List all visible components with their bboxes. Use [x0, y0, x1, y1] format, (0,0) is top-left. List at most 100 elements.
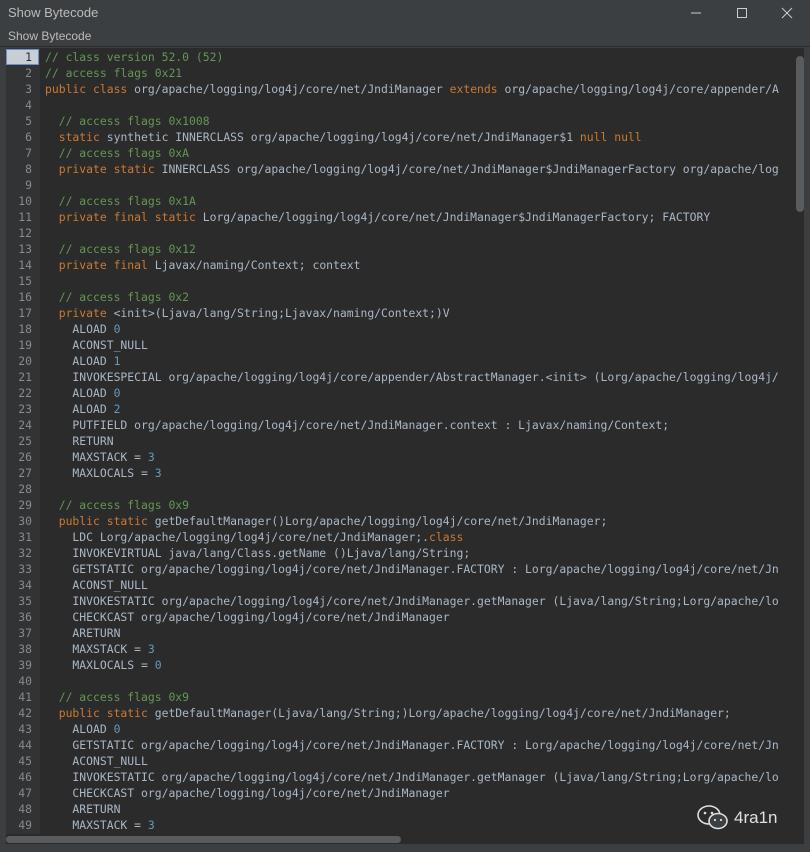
code-token: INNERCLASS org/apache/logging/log4j/core…: [161, 162, 779, 176]
horizontal-scrollbar-thumb[interactable]: [6, 836, 401, 843]
line-number: 25: [18, 434, 32, 448]
code-line[interactable]: 37 ARETURN: [6, 625, 804, 641]
line-text: // access flags 0x12: [45, 241, 196, 257]
code-token: 0: [113, 722, 121, 736]
line-number: 23: [18, 402, 32, 416]
line-text: ACONST_NULL: [45, 337, 147, 353]
code-line[interactable]: 20 ALOAD 1: [6, 353, 804, 369]
code-line[interactable]: 41 // access flags 0x9: [6, 689, 804, 705]
code-token: MAXLOCALS =: [45, 658, 155, 672]
bytecode-editor[interactable]: 1 // class version 52.0 (52) 2 // access fl…: [6, 48, 804, 834]
code-line[interactable]: 9: [6, 177, 804, 193]
code-token: public static: [45, 706, 155, 720]
code-token: public class: [45, 82, 135, 96]
code-token: GETSTATIC org/apache/logging/log4j/core/…: [45, 738, 779, 752]
line-text: ACONST_NULL: [45, 577, 147, 593]
code-token: private: [45, 306, 114, 320]
line-number: 9: [25, 178, 32, 192]
watermark: 4ra1n: [696, 804, 796, 832]
window-title: Show Bytecode: [8, 5, 99, 20]
line-text: private <init>(Ljava/lang/String;Ljavax/…: [45, 305, 450, 321]
code-line[interactable]: 43 ALOAD 0: [6, 721, 804, 737]
line-text: // access flags 0x2: [45, 289, 189, 305]
code-line[interactable]: 29 // access flags 0x9: [6, 497, 804, 513]
code-line[interactable]: 16 // access flags 0x2: [6, 289, 804, 305]
code-line[interactable]: 10 // access flags 0x1A: [6, 193, 804, 209]
line-number: 30: [18, 514, 32, 528]
code-token: ALOAD: [45, 322, 114, 336]
code-token: <init>(Ljava/lang/String;Ljavax/naming/C…: [113, 306, 450, 320]
line-number: 26: [18, 450, 32, 464]
code-line[interactable]: 31 LDC Lorg/apache/logging/log4j/core/ne…: [6, 529, 804, 545]
code-line[interactable]: 18 ALOAD 0: [6, 321, 804, 337]
code-line[interactable]: 17 private <init>(Ljava/lang/String;Ljav…: [6, 305, 804, 321]
line-number: 11: [18, 210, 32, 224]
code-line[interactable]: 5 // access flags 0x1008: [6, 113, 804, 129]
code-token: // class version 52.0 (52): [45, 50, 224, 64]
line-text: public static getDefaultManager()Lorg/ap…: [45, 513, 608, 529]
code-line[interactable]: 7 // access flags 0xA: [6, 145, 804, 161]
code-line[interactable]: 14 private final Ljavax/naming/Context; …: [6, 257, 804, 273]
window-titlebar: Show Bytecode: [0, 0, 810, 25]
code-token: Ljavax/naming/Context; context: [154, 258, 361, 272]
code-token: 2: [113, 402, 121, 416]
line-number: 40: [18, 674, 32, 688]
code-line[interactable]: 11 private final static Lorg/apache/logg…: [6, 209, 804, 225]
maximize-button[interactable]: [719, 0, 765, 25]
line-number: 1: [25, 50, 32, 64]
code-token: synthetic INNERCLASS org/apache/logging/…: [106, 130, 580, 144]
code-line[interactable]: 44 GETSTATIC org/apache/logging/log4j/co…: [6, 737, 804, 753]
code-line[interactable]: 22 ALOAD 0: [6, 385, 804, 401]
code-line[interactable]: 32 INVOKEVIRTUAL java/lang/Class.getName…: [6, 545, 804, 561]
code-line[interactable]: 46 INVOKESTATIC org/apache/logging/log4j…: [6, 769, 804, 785]
code-line[interactable]: 6 static synthetic INNERCLASS org/apache…: [6, 129, 804, 145]
code-line[interactable]: 24 PUTFIELD org/apache/logging/log4j/cor…: [6, 417, 804, 433]
code-line[interactable]: 21 INVOKESPECIAL org/apache/logging/log4…: [6, 369, 804, 385]
code-line[interactable]: 39 MAXLOCALS = 0: [6, 657, 804, 673]
code-line[interactable]: 4: [6, 97, 804, 113]
line-text: ALOAD 0: [45, 385, 120, 401]
code-line[interactable]: 23 ALOAD 2: [6, 401, 804, 417]
code-line[interactable]: 30 public static getDefaultManager()Lorg…: [6, 513, 804, 529]
code-line[interactable]: 15: [6, 273, 804, 289]
code-line[interactable]: 48 ARETURN: [6, 801, 804, 817]
code-line[interactable]: 19 ACONST_NULL: [6, 337, 804, 353]
code-line[interactable]: 40: [6, 673, 804, 689]
code-line[interactable]: 42 public static getDefaultManager(Ljava…: [6, 705, 804, 721]
code-line[interactable]: 12: [6, 225, 804, 241]
code-line[interactable]: 38 MAXSTACK = 3: [6, 641, 804, 657]
code-line[interactable]: 26 MAXSTACK = 3: [6, 449, 804, 465]
code-line[interactable]: 49 MAXSTACK = 3: [6, 817, 804, 833]
code-line[interactable]: 33 GETSTATIC org/apache/logging/log4j/co…: [6, 561, 804, 577]
code-line[interactable]: 45 ACONST_NULL: [6, 753, 804, 769]
code-token: private final: [45, 258, 155, 272]
line-text: // access flags 0x9: [45, 497, 189, 513]
code-token: INVOKESTATIC org/apache/logging/log4j/co…: [45, 594, 779, 608]
code-line[interactable]: 3 public class org/apache/logging/log4j/c…: [6, 81, 804, 97]
line-number: 22: [18, 386, 32, 400]
code-line[interactable]: 34 ACONST_NULL: [6, 577, 804, 593]
code-token: extends: [449, 82, 505, 96]
code-line[interactable]: 25 RETURN: [6, 433, 804, 449]
code-token: 0: [113, 322, 121, 336]
code-line[interactable]: 13 // access flags 0x12: [6, 241, 804, 257]
line-text: // access flags 0x21: [45, 65, 182, 81]
code-token: PUTFIELD org/apache/logging/log4j/core/n…: [45, 418, 670, 432]
line-number: 43: [18, 722, 32, 736]
code-token: null null: [579, 130, 642, 144]
vertical-scrollbar-thumb[interactable]: [796, 56, 804, 212]
code-line[interactable]: 8 private static INNERCLASS org/apache/l…: [6, 161, 804, 177]
code-token: CHECKCAST org/apache/logging/log4j/core/…: [45, 610, 450, 624]
code-token: ALOAD: [45, 386, 114, 400]
code-line[interactable]: 1 // class version 52.0 (52): [6, 49, 804, 65]
code-line[interactable]: 28: [6, 481, 804, 497]
code-line[interactable]: 35 INVOKESTATIC org/apache/logging/log4j…: [6, 593, 804, 609]
code-line[interactable]: 36 CHECKCAST org/apache/logging/log4j/co…: [6, 609, 804, 625]
code-token: // access flags 0x1A: [45, 194, 196, 208]
minimize-button[interactable]: [673, 0, 719, 25]
code-line[interactable]: 2 // access flags 0x21: [6, 65, 804, 81]
code-line[interactable]: 47 CHECKCAST org/apache/logging/log4j/co…: [6, 785, 804, 801]
close-button[interactable]: [764, 0, 810, 25]
line-text: GETSTATIC org/apache/logging/log4j/core/…: [45, 737, 779, 753]
code-line[interactable]: 27 MAXLOCALS = 3: [6, 465, 804, 481]
